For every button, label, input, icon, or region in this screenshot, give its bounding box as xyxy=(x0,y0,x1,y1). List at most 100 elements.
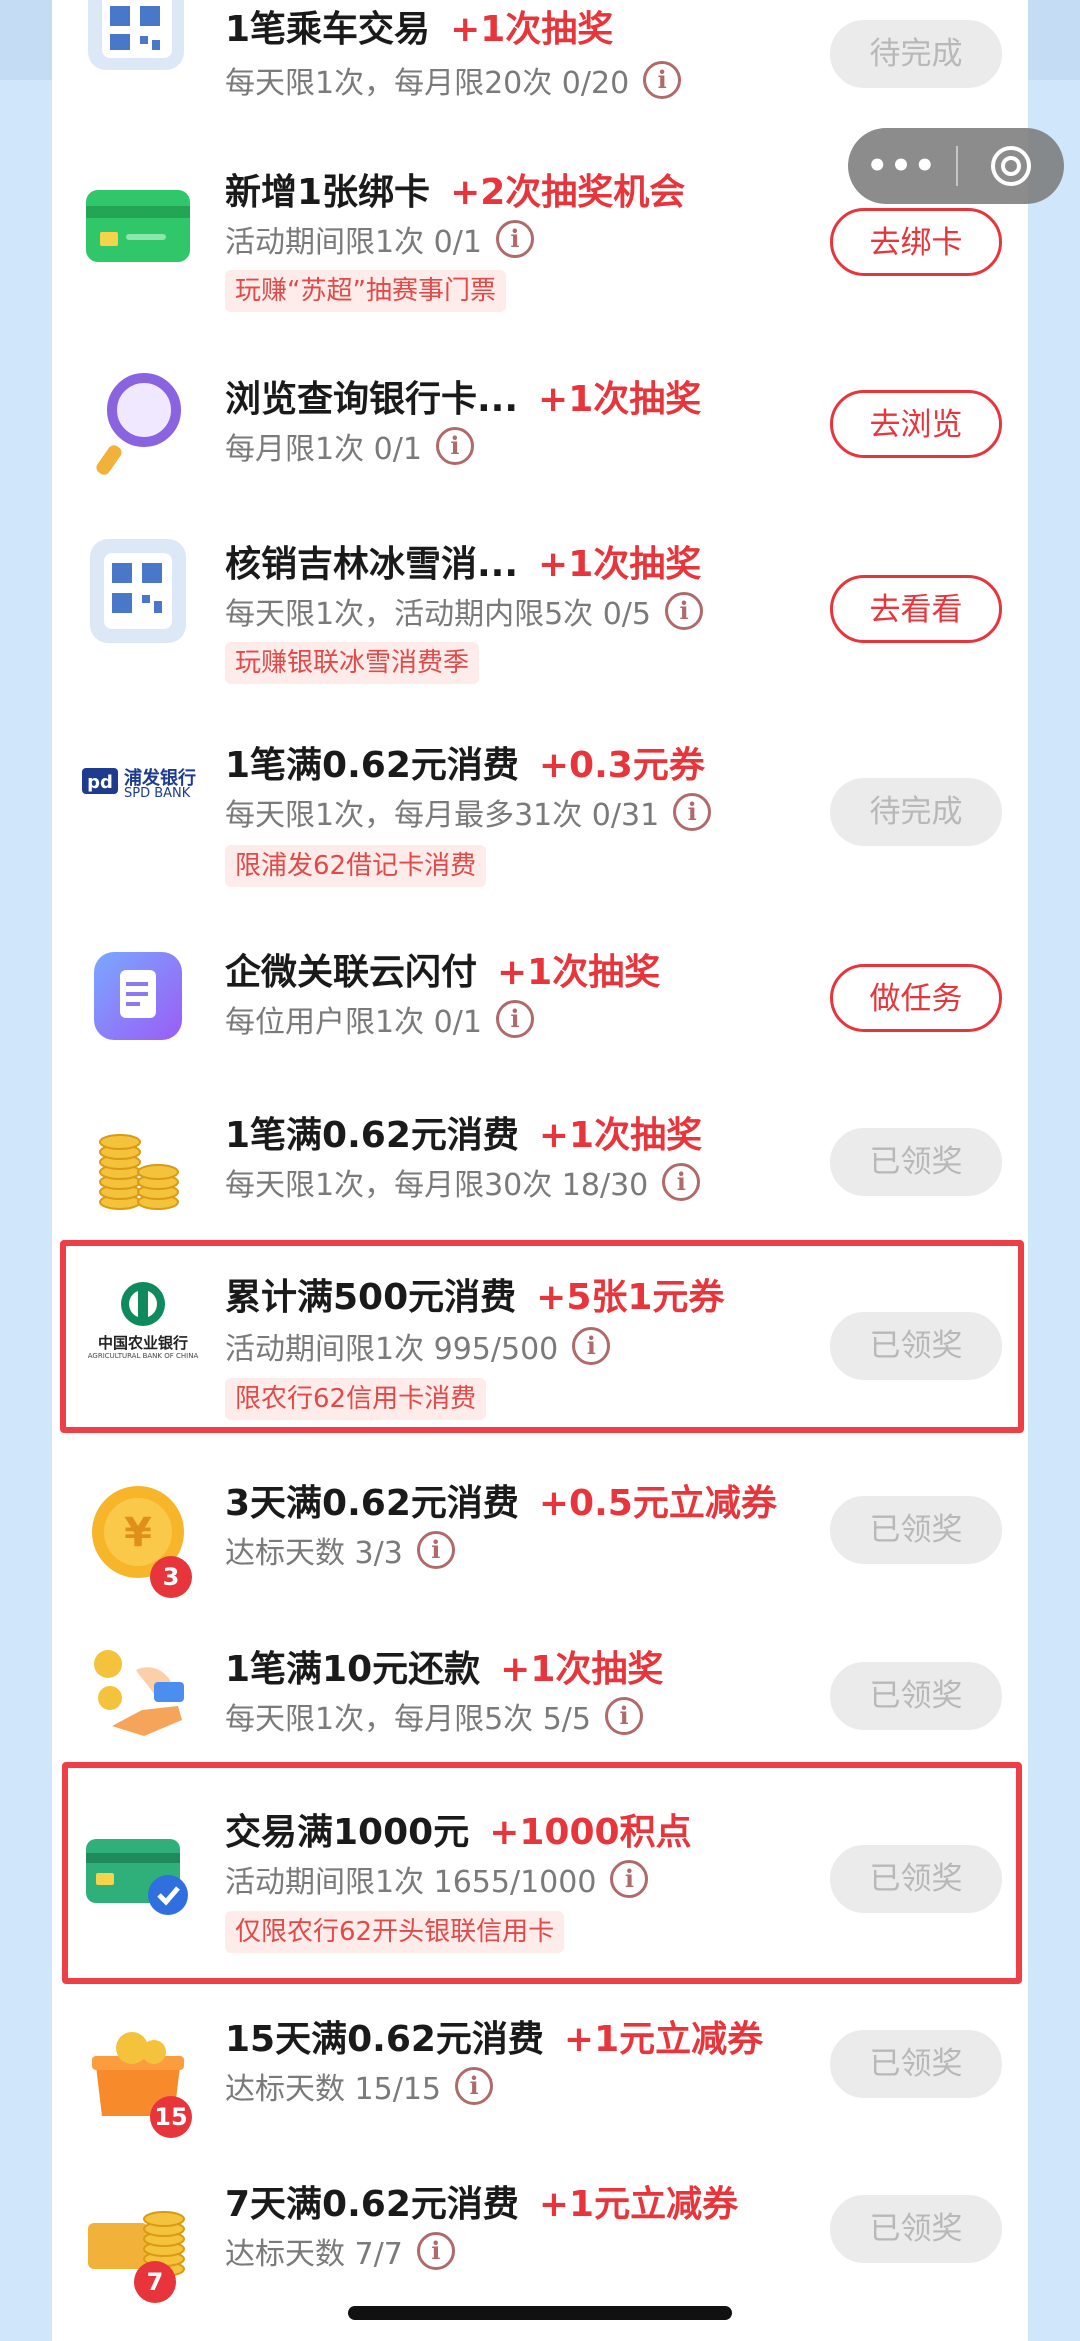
count-badge: 3 xyxy=(150,1556,192,1598)
info-icon[interactable]: i xyxy=(416,1531,455,1569)
task-status-button[interactable]: 待完成 xyxy=(830,20,1002,88)
task-title: 企微关联云闪付 +1次抽奖 xyxy=(225,952,661,993)
task-subtitle: 达标天数 15/15 i xyxy=(225,2064,493,2108)
app-page: 1笔乘车交易 +1次抽奖 每天限1次，每月限20次 0/20 i 待完成 ••• 新… xyxy=(0,0,1080,2341)
task-status-button[interactable]: 已领奖 xyxy=(830,2030,1002,2098)
task-status-button[interactable]: 已领奖 xyxy=(830,1128,1002,1196)
cash-coins-icon: 7 xyxy=(82,2177,194,2303)
task-reward: +1000积点 xyxy=(489,1812,692,1853)
task-title: 浏览查询银行卡... +1次抽奖 xyxy=(225,379,702,420)
task-row: 1笔乘车交易 +1次抽奖 每天限1次，每月限20次 0/20 i 待完成 xyxy=(52,0,1028,110)
task-subtitle: 每天限1次，活动期内限5次 0/5 i xyxy=(225,589,703,633)
bank-card-icon xyxy=(82,170,194,282)
home-indicator[interactable] xyxy=(348,2306,732,2320)
task-title: 1笔满0.62元消费 +1次抽奖 xyxy=(225,1115,703,1156)
task-reward: +1次抽奖 xyxy=(538,1115,703,1156)
task-row: 7 7天满0.62元消费 +1元立减券 达标天数 7/7 i 已领奖 xyxy=(52,2165,1028,2303)
magnifier-icon xyxy=(82,366,194,478)
spdb-name-en: SPD BANK xyxy=(124,786,191,801)
info-icon[interactable]: i xyxy=(643,61,682,99)
task-reward: +1次抽奖 xyxy=(538,379,702,420)
info-icon[interactable]: i xyxy=(435,427,474,465)
do-task-button[interactable]: 做任务 xyxy=(830,964,1002,1032)
task-reward: +2次抽奖机会 xyxy=(450,172,686,213)
browse-button[interactable]: 去浏览 xyxy=(830,390,1002,458)
task-subtitle: 每位用户限1次 0/1 i xyxy=(225,997,534,1041)
task-row: 交易满1000元 +1000积点 活动期间限1次 1655/1000 i 仅限农行6… xyxy=(52,1765,1028,1975)
bind-card-button[interactable]: 去绑卡 xyxy=(830,208,1002,276)
task-subtitle: 每天限1次，每月最多31次 0/31 i xyxy=(225,790,712,834)
yuan-coin-icon: ¥ 3 xyxy=(82,1476,194,1598)
task-status-button[interactable]: 已领奖 xyxy=(830,1496,1002,1564)
count-badge: 15 xyxy=(150,2096,192,2138)
info-icon[interactable]: i xyxy=(572,1327,611,1365)
qr-code-icon xyxy=(82,0,194,76)
gift-box-icon: 15 xyxy=(82,2016,194,2138)
task-reward: +1次抽奖 xyxy=(497,952,661,993)
task-subtitle: 每天限1次，每月限20次 0/20 i xyxy=(225,58,682,102)
task-subtitle: 活动期间限1次 1655/1000 i xyxy=(225,1857,649,1901)
task-row: 浏览查询银行卡... +1次抽奖 每月限1次 0/1 i 去浏览 xyxy=(52,360,1028,490)
task-title: 新增1张绑卡 +2次抽奖机会 xyxy=(225,172,686,213)
coin-stack-icon xyxy=(82,1106,194,1218)
task-reward: +1次抽奖 xyxy=(538,544,702,585)
task-subtitle: 每天限1次，每月限5次 5/5 i xyxy=(225,1694,643,1738)
task-subtitle: 达标天数 7/7 i xyxy=(225,2229,455,2273)
task-reward: +1次抽奖 xyxy=(500,1649,664,1690)
svg-text:pd: pd xyxy=(87,772,113,793)
task-row: 核销吉林冰雪消... +1次抽奖 每天限1次，活动期内限5次 0/5 i 玩赚银联冰… xyxy=(52,525,1028,695)
task-subtitle: 活动期间限1次 995/500 i xyxy=(225,1324,611,1368)
task-tag: 限农行62信用卡消费 xyxy=(225,1378,487,1420)
info-icon[interactable]: i xyxy=(605,1697,643,1735)
info-icon[interactable]: i xyxy=(495,220,534,258)
info-icon[interactable]: i xyxy=(455,2067,493,2105)
task-status-button[interactable]: 已领奖 xyxy=(830,1845,1002,1913)
info-icon[interactable]: i xyxy=(495,1000,534,1038)
task-reward: +0.3元券 xyxy=(538,745,705,786)
task-tag: 玩赚“苏超”抽赛事门票 xyxy=(225,270,506,312)
task-row: 15 15天满0.62元消费 +1元立减券 达标天数 15/15 i 已领奖 xyxy=(52,2000,1028,2138)
abc-bank-logo: 中国农业银行 AGRICULTURAL BANK OF CHINA xyxy=(78,1280,208,1392)
task-tag: 玩赚银联冰雪消费季 xyxy=(225,642,480,684)
task-reward: +5张1元券 xyxy=(536,1277,725,1318)
task-row: pd 浦发银行 SPD BANK 1笔满0.62元消费 +0.3元券 每天限1次，… xyxy=(52,730,1028,900)
task-title: 1笔满10元还款 +1次抽奖 xyxy=(225,1649,664,1690)
task-subtitle: 达标天数 3/3 i xyxy=(225,1528,455,1572)
credit-card-check-icon xyxy=(82,1815,194,1927)
task-subtitle: 活动期间限1次 0/1 i xyxy=(225,217,534,261)
task-title: 累计满500元消费 +5张1元券 xyxy=(225,1277,725,1318)
task-row: 新增1张绑卡 +2次抽奖机会 活动期间限1次 0/1 i 玩赚“苏超”抽赛事门票 去… xyxy=(52,155,1028,315)
task-tag: 限浦发62借记卡消费 xyxy=(225,845,487,887)
task-row: 1笔满0.62元消费 +1次抽奖 每天限1次，每月限30次 18/30 i 已领奖 xyxy=(52,1100,1028,1230)
task-title: 1笔满0.62元消费 +0.3元券 xyxy=(225,745,705,786)
info-icon[interactable]: i xyxy=(673,793,712,831)
task-status-button[interactable]: 已领奖 xyxy=(830,1662,1002,1730)
count-badge: 7 xyxy=(134,2261,176,2303)
qr-code-icon xyxy=(82,535,194,647)
task-reward: +1次抽奖 xyxy=(450,9,614,50)
task-reward: +1元立减券 xyxy=(538,2184,739,2225)
task-row: 中国农业银行 AGRICULTURAL BANK OF CHINA 累计满500… xyxy=(52,1240,1028,1430)
abc-bank-name: 中国农业银行 xyxy=(97,1334,188,1352)
task-title: 3天满0.62元消费 +0.5元立减券 xyxy=(225,1483,777,1524)
task-row: 企微关联云闪付 +1次抽奖 每位用户限1次 0/1 i 做任务 xyxy=(52,935,1028,1065)
info-icon[interactable]: i xyxy=(416,2232,455,2270)
task-reward: +0.5元立减券 xyxy=(538,1483,777,1524)
task-title: 核销吉林冰雪消... +1次抽奖 xyxy=(225,544,702,585)
task-status-button[interactable]: 已领奖 xyxy=(830,1312,1002,1380)
abc-bank-name-en: AGRICULTURAL BANK OF CHINA xyxy=(87,1352,199,1360)
info-icon[interactable]: i xyxy=(662,1163,701,1201)
task-title: 交易满1000元 +1000积点 xyxy=(225,1812,692,1853)
info-icon[interactable]: i xyxy=(610,1860,649,1898)
document-app-icon xyxy=(82,940,194,1052)
hand-coins-icon xyxy=(82,1636,194,1748)
task-title: 1笔乘车交易 +1次抽奖 xyxy=(225,9,614,50)
task-tag: 仅限农行62开头银联信用卡 xyxy=(225,1911,565,1953)
task-subtitle: 每天限1次，每月限30次 18/30 i xyxy=(225,1160,701,1204)
view-button[interactable]: 去看看 xyxy=(830,575,1002,643)
task-status-button[interactable]: 已领奖 xyxy=(830,2195,1002,2263)
spdb-logo: pd 浦发银行 SPD BANK xyxy=(80,750,210,862)
info-icon[interactable]: i xyxy=(665,592,703,630)
task-reward: +1元立减券 xyxy=(563,2019,764,2060)
task-status-button[interactable]: 待完成 xyxy=(830,778,1002,846)
